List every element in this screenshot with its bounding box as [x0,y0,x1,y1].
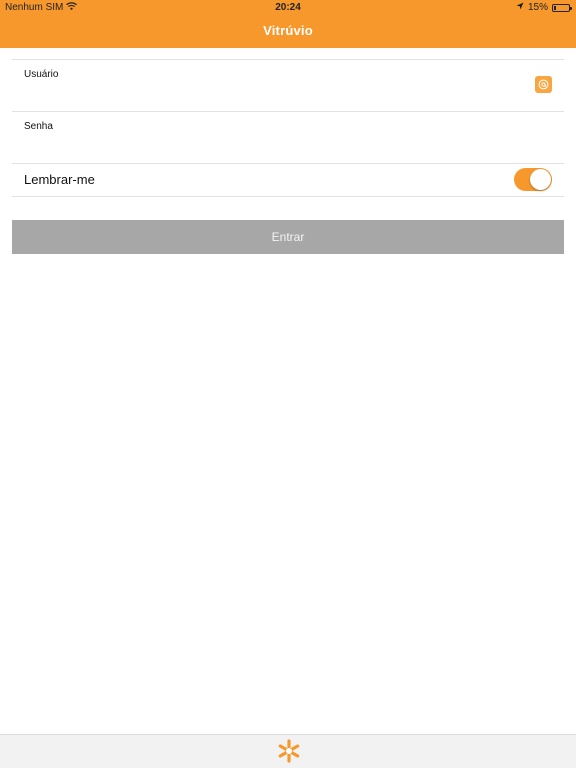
login-button[interactable]: Entrar [12,220,564,254]
login-form: Usuário Senha Lembrar-me [12,59,564,197]
status-right: 15% [516,2,572,13]
header: Nenhum SIM 20:24 15% Vitrúvio [0,0,576,48]
toggle-knob [530,169,551,190]
password-input[interactable] [24,138,514,156]
password-row: Senha [12,111,564,163]
status-bar: Nenhum SIM 20:24 15% [0,0,576,16]
login-screen: Nenhum SIM 20:24 15% Vitrúvio Usuário Se… [0,0,576,768]
asterisk-logo-icon [276,738,302,764]
bottom-bar [0,734,576,768]
remember-toggle[interactable] [514,168,552,191]
username-row: Usuário [12,59,564,111]
location-arrow-icon [516,2,524,13]
status-time: 20:24 [275,2,301,13]
at-sign-icon[interactable] [535,76,552,93]
battery-percent: 15% [527,2,548,13]
username-label: Usuário [24,69,59,80]
remember-row: Lembrar-me [12,163,564,197]
nav-title: Vitrúvio [263,23,313,38]
battery-icon [552,3,572,12]
remember-label: Lembrar-me [24,172,95,187]
password-label: Senha [24,121,53,132]
username-input[interactable] [24,86,514,104]
battery-fill [554,5,556,10]
